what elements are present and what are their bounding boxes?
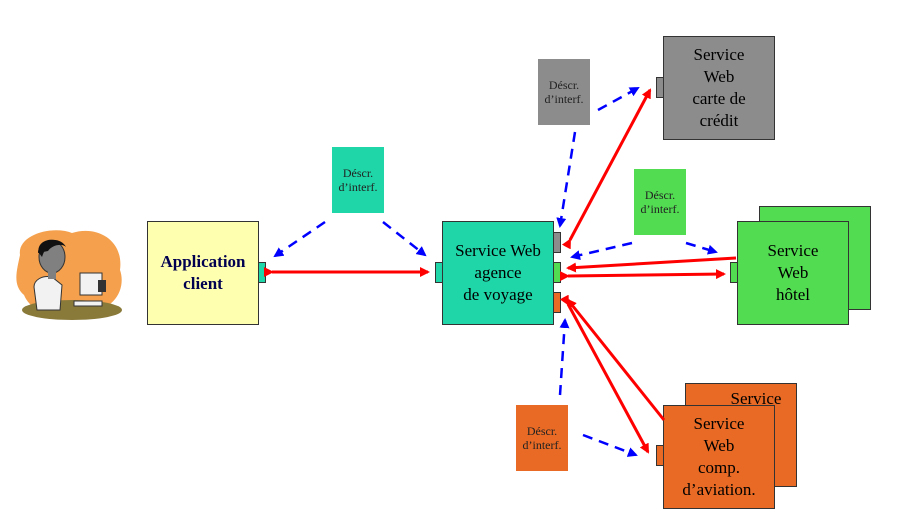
agency-credit-message-arrow (561, 88, 652, 250)
descr-to-agency-arrow (382, 221, 427, 257)
airline-descr-to-airline-arrow (582, 433, 638, 457)
airline-descr-to-agency-arrow (558, 318, 570, 396)
agency-airline-message-arrow (559, 294, 650, 454)
hotel-agency-message-arrow (566, 256, 737, 273)
connection-arrows (264, 86, 737, 457)
descr-to-client-arrow (273, 220, 326, 258)
hotel-descr-to-hotel-arrow (685, 241, 718, 255)
credit-descr-to-credit-arrow (597, 86, 640, 112)
credit-descr-to-agency-arrow (556, 131, 577, 228)
hotel-descr-to-agency-arrow (570, 241, 633, 261)
airline-agency-message-arrow (566, 298, 666, 421)
agency-hotel-message-arrow (559, 269, 726, 282)
